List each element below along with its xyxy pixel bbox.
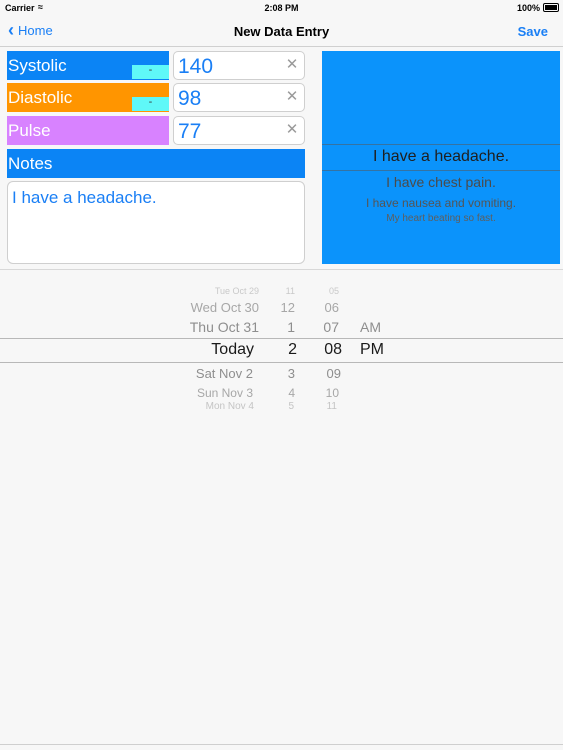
systolic-label-text: Systolic xyxy=(8,56,67,75)
minute-cell: 10 xyxy=(325,386,339,400)
systolic-value: 140 xyxy=(178,55,214,78)
hour-cell: 1 xyxy=(287,319,295,335)
pulse-input[interactable]: 77 ✕ xyxy=(173,116,305,145)
ampm-cell: AM xyxy=(360,319,381,335)
clear-icon[interactable]: ✕ xyxy=(284,122,300,138)
date-cell: Thu Oct 31 xyxy=(189,319,259,335)
date-picker-row[interactable]: Thu Oct 31 1 07 AM xyxy=(0,319,563,339)
date-cell: Wed Oct 30 xyxy=(190,300,259,315)
systolic-input[interactable]: 140 ✕ xyxy=(173,51,305,80)
minute-cell: 06 xyxy=(324,300,339,315)
ampm-cell: PM xyxy=(360,341,384,358)
date-cell: Mon Nov 4 xyxy=(205,401,254,412)
hour-cell: 5 xyxy=(288,401,294,412)
picker-option[interactable]: I have nausea and vomiting. xyxy=(322,196,560,210)
diastolic-label-text: Diastolic xyxy=(8,88,73,107)
picker-selection-line-bottom xyxy=(322,170,560,171)
clear-icon[interactable]: ✕ xyxy=(284,57,300,73)
status-bar: Carrier ≈ 2:08 PM 100% xyxy=(0,0,563,16)
hour-cell: 3 xyxy=(287,366,295,381)
date-time-picker[interactable]: Tue Oct 29 11 05 Wed Oct 30 12 06 Thu Oc… xyxy=(0,272,563,442)
picker-option[interactable]: I have chest pain. xyxy=(322,174,560,190)
notes-header: Notes xyxy=(7,149,305,178)
picker-option[interactable]: I have a headache. xyxy=(322,148,560,166)
data-entry-form: Systolic - 140 ✕ Diastolic - 98 ✕ Pulse … xyxy=(0,47,563,270)
date-picker-row[interactable]: Wed Oct 30 12 06 xyxy=(0,300,563,320)
status-time: 2:08 PM xyxy=(264,3,299,13)
bottom-divider xyxy=(0,744,563,745)
hour-cell: 12 xyxy=(280,300,295,315)
notes-preset-picker[interactable]: I have a headache. I have chest pain. I … xyxy=(322,51,560,264)
picker-selection-line-bottom xyxy=(0,362,563,363)
diastolic-value: 98 xyxy=(178,87,202,110)
hour-cell: 11 xyxy=(285,286,295,296)
battery-percentage: 100% xyxy=(516,3,540,13)
save-button[interactable]: Save xyxy=(518,24,548,39)
minute-cell: 05 xyxy=(328,286,339,296)
date-cell: Sat Nov 2 xyxy=(195,366,253,381)
minute-cell: 07 xyxy=(323,319,339,335)
pulse-value: 77 xyxy=(178,120,202,143)
date-cell: Sun Nov 3 xyxy=(196,386,253,400)
page-title: New Data Entry xyxy=(233,24,330,39)
clear-icon[interactable]: ✕ xyxy=(284,89,300,105)
systolic-minus-button[interactable]: - xyxy=(132,65,169,79)
minute-cell: 11 xyxy=(326,401,337,412)
minute-cell: 09 xyxy=(326,366,341,381)
date-cell: Tue Oct 29 xyxy=(214,286,259,296)
diastolic-minus-button[interactable]: - xyxy=(132,97,169,111)
date-picker-row[interactable]: Mon Nov 4 5 11 xyxy=(0,401,563,421)
date-picker-row[interactable]: Sat Nov 2 3 09 xyxy=(0,366,563,386)
picker-selection-line-top xyxy=(322,144,560,145)
picker-option[interactable]: My heart beating so fast. xyxy=(322,213,560,224)
diastolic-input[interactable]: 98 ✕ xyxy=(173,83,305,112)
minute-cell: 08 xyxy=(324,341,342,358)
pulse-label-text: Pulse xyxy=(8,121,51,140)
date-cell: Today xyxy=(211,341,254,358)
hour-cell: 2 xyxy=(288,341,297,358)
navigation-bar: ‹ Home New Data Entry Save xyxy=(0,16,563,47)
pulse-label: Pulse xyxy=(7,116,169,145)
date-picker-selected-row[interactable]: Today 2 08 PM xyxy=(0,341,563,361)
battery-icon xyxy=(543,3,559,12)
hour-cell: 4 xyxy=(288,386,295,400)
notes-textarea[interactable]: I have a headache. xyxy=(7,181,305,264)
